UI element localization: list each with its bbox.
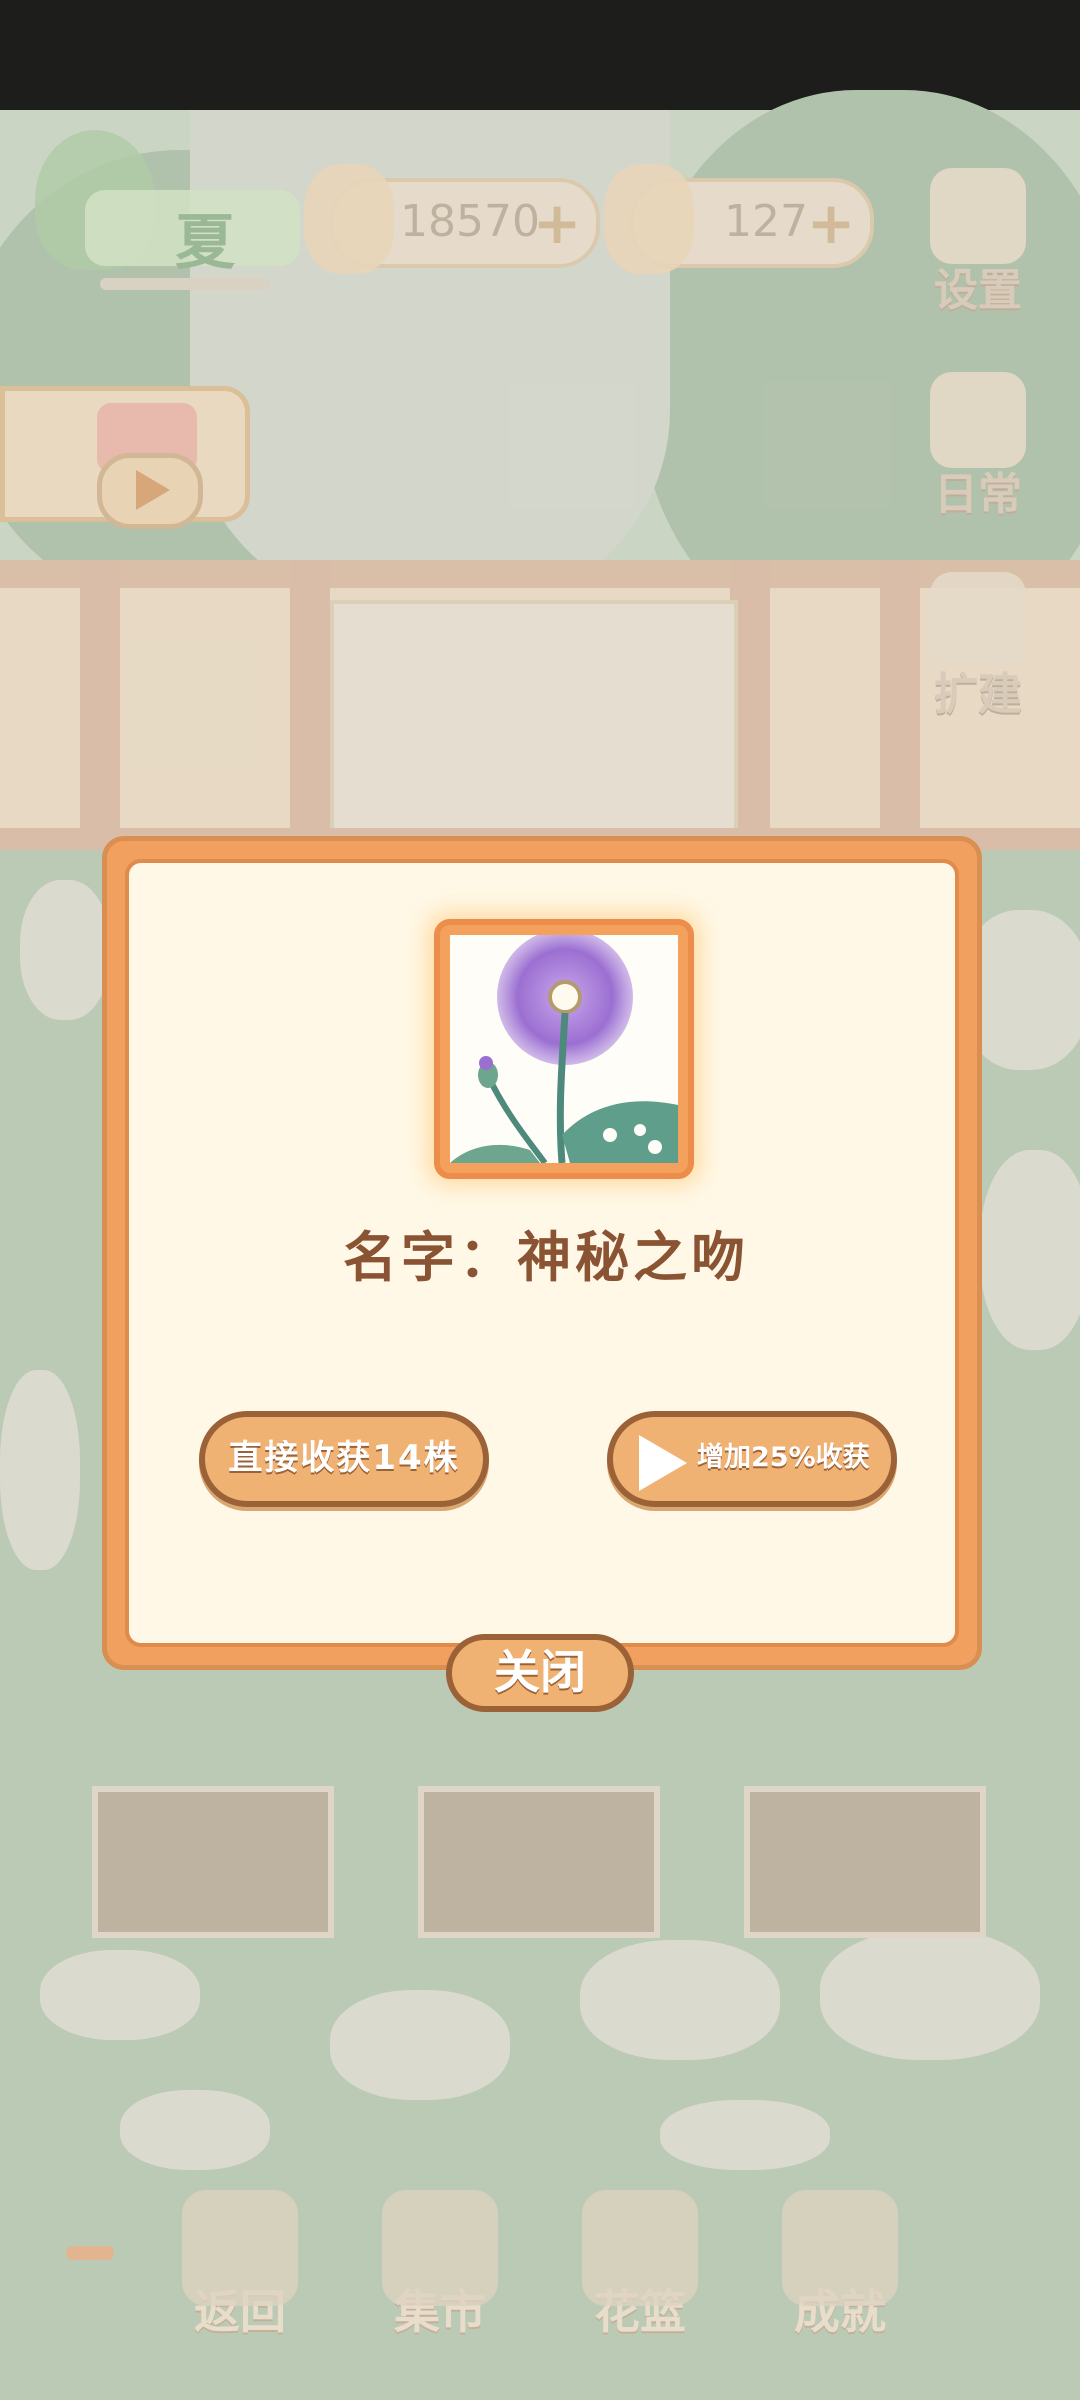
nav-indicator xyxy=(66,2246,114,2260)
mysterious-kiss-flower-icon xyxy=(450,935,678,1163)
nav-flower-basket[interactable]: 花篮 xyxy=(565,2190,715,2350)
close-button[interactable]: 关闭 xyxy=(446,1634,634,1712)
flower-image xyxy=(450,935,678,1163)
game-screen: 夏 18570 + 127 + 设置 日常 扩建 名字：神秘之吻 直接收获14株… xyxy=(0,0,1080,2400)
market-stall-icon xyxy=(382,2190,498,2306)
bonus-harvest-button[interactable]: 增加25%收获 xyxy=(607,1411,897,1507)
nav-market[interactable]: 集市 xyxy=(365,2190,515,2350)
harvest-now-button[interactable]: 直接收获14株 xyxy=(199,1411,489,1507)
nav-back[interactable]: 返回 xyxy=(165,2190,315,2350)
flower-name: 名字：神秘之吻 xyxy=(343,1226,749,1289)
bonus-harvest-label: 增加25%收获 xyxy=(697,1442,870,1473)
trophy-icon xyxy=(782,2190,898,2306)
harvest-dialog: 名字：神秘之吻 直接收获14株 增加25%收获 xyxy=(102,836,982,1670)
window-icon xyxy=(182,2190,298,2306)
flower-frame xyxy=(434,919,694,1179)
dialog-content: 名字：神秘之吻 直接收获14株 增加25%收获 xyxy=(125,859,959,1647)
bottom-nav: 返回 集市 花篮 成就 xyxy=(0,2170,1080,2350)
basket-icon xyxy=(582,2190,698,2306)
nav-achievements[interactable]: 成就 xyxy=(765,2190,915,2350)
play-icon xyxy=(639,1435,687,1491)
